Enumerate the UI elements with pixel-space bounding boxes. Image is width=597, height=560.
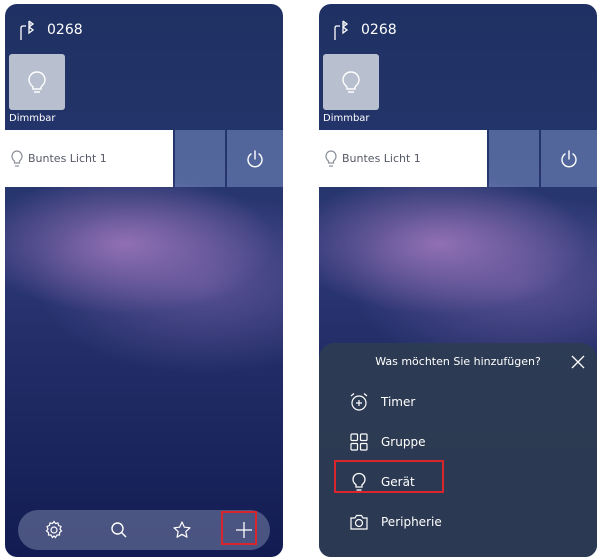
phone-screen-main: 0268 Dimmbar Buntes Licht 1 [5, 4, 283, 557]
bulb-icon [342, 71, 360, 93]
device-panel [175, 130, 225, 187]
bulb-icon [28, 71, 46, 93]
search-button[interactable] [99, 510, 139, 550]
power-button[interactable] [227, 130, 283, 187]
close-icon[interactable] [569, 353, 587, 371]
add-sheet: Was möchten Sie hinzufügen? Timer Gruppe [319, 343, 597, 557]
top-bar: 0268 [333, 18, 397, 42]
bulb-icon [325, 149, 337, 167]
sheet-item-timer[interactable]: Timer [349, 387, 415, 417]
bluetooth-device-icon [334, 20, 349, 40]
bluetooth-device-icon [20, 20, 35, 40]
settings-icon [45, 520, 63, 539]
bulb-icon [11, 149, 23, 167]
device-id: 0268 [361, 22, 397, 38]
phone-screen-add-menu: 0268 Dimmbar Buntes Licht 1 Was möchten … [319, 4, 597, 557]
device-name: Buntes Licht 1 [28, 152, 107, 165]
favorites-button[interactable] [162, 510, 202, 550]
settings-button[interactable] [34, 510, 74, 550]
search-icon [111, 522, 127, 538]
device-row: Buntes Licht 1 [319, 130, 597, 187]
grid-icon [350, 433, 368, 451]
geraet-highlight [334, 460, 444, 493]
add-button-highlight [221, 511, 257, 545]
tile-label: Dimmbar [9, 113, 56, 124]
device-name: Buntes Licht 1 [342, 152, 421, 165]
device-card[interactable]: Buntes Licht 1 [5, 130, 173, 187]
sheet-item-gruppe[interactable]: Gruppe [349, 427, 425, 457]
sheet-item-peripherie[interactable]: Peripherie [349, 507, 442, 537]
device-id: 0268 [47, 22, 83, 38]
sheet-title: Was möchten Sie hinzufügen? [375, 355, 541, 368]
power-icon [561, 149, 577, 167]
dimmable-tile[interactable] [9, 54, 65, 110]
alarm-add-icon [350, 393, 368, 411]
tile-label: Dimmbar [323, 113, 370, 124]
power-button[interactable] [541, 130, 597, 187]
top-bar: 0268 [19, 18, 83, 42]
device-card[interactable]: Buntes Licht 1 [319, 130, 487, 187]
dimmable-tile[interactable] [323, 54, 379, 110]
star-icon [173, 521, 191, 538]
device-panel [489, 130, 539, 187]
device-row: Buntes Licht 1 [5, 130, 283, 187]
camera-icon [350, 514, 368, 530]
power-icon [247, 149, 263, 167]
